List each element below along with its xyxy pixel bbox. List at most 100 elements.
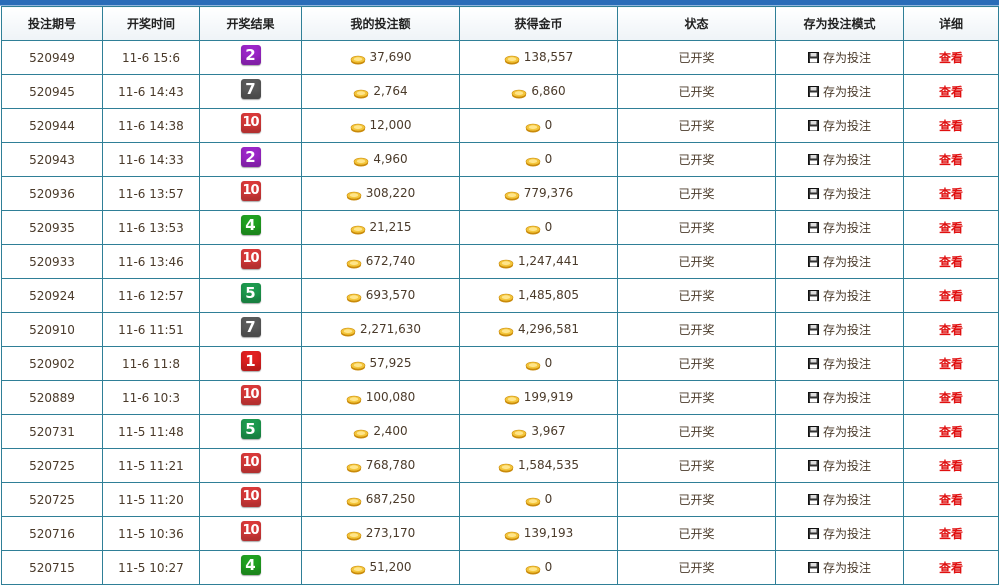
save-as-bet-button[interactable]: 存为投注	[807, 117, 871, 134]
status-cell: 已开奖	[617, 414, 776, 449]
detail-cell: 查看	[903, 346, 999, 381]
save-as-bet-label: 存为投注	[822, 459, 871, 473]
period-cell: 520933	[1, 244, 103, 279]
detail-cell: 查看	[903, 176, 999, 211]
header-coins-won: 获得金币	[459, 6, 618, 41]
detail-cell: 查看	[903, 448, 999, 483]
view-detail-link[interactable]: 查看	[939, 51, 963, 65]
save-as-bet-button[interactable]: 存为投注	[807, 321, 871, 338]
view-detail-link[interactable]: 查看	[939, 459, 963, 473]
view-detail-link[interactable]: 查看	[939, 289, 963, 303]
bet-cell: 273,170	[301, 516, 460, 551]
period-text: 520725	[29, 458, 75, 473]
save-cell: 存为投注	[775, 176, 904, 211]
save-as-bet-button[interactable]: 存为投注	[807, 49, 871, 66]
header-detail: 详细	[903, 6, 999, 41]
result-number-badge: 7	[240, 316, 261, 337]
time-cell: 11-6 11:8	[102, 346, 200, 381]
result-cell: 10	[199, 448, 302, 483]
view-detail-link[interactable]: 查看	[939, 119, 963, 133]
save-as-bet-button[interactable]: 存为投注	[807, 457, 871, 474]
save-as-bet-button[interactable]: 存为投注	[807, 219, 871, 236]
bet-cell: 21,215	[301, 210, 460, 245]
gold-coin-icon	[512, 429, 527, 439]
gold-coin-icon	[525, 565, 540, 575]
time-text: 11-6 11:8	[122, 356, 180, 371]
won-amount: 0	[544, 152, 553, 166]
won-amount: 3,967	[531, 424, 566, 438]
save-as-bet-button[interactable]: 存为投注	[807, 253, 871, 270]
view-detail-link[interactable]: 查看	[939, 527, 963, 541]
period-cell: 520725	[1, 482, 103, 517]
period-text: 520725	[29, 492, 75, 507]
bet-amount: 4,960	[373, 152, 408, 166]
view-detail-link[interactable]: 查看	[939, 493, 963, 507]
gold-coin-icon	[346, 531, 361, 541]
save-as-bet-label: 存为投注	[822, 187, 871, 201]
view-detail-link[interactable]: 查看	[939, 187, 963, 201]
time-cell: 11-6 13:46	[102, 244, 200, 279]
save-as-bet-button[interactable]: 存为投注	[807, 423, 871, 440]
detail-cell: 查看	[903, 482, 999, 517]
period-cell: 520936	[1, 176, 103, 211]
save-as-bet-button[interactable]: 存为投注	[807, 355, 871, 372]
gold-coin-icon	[350, 123, 365, 133]
time-text: 11-5 10:27	[118, 560, 184, 575]
result-number-badge: 5	[240, 282, 261, 303]
view-detail-link[interactable]: 查看	[939, 221, 963, 235]
gold-coin-icon	[350, 55, 365, 65]
save-cell: 存为投注	[775, 448, 904, 483]
save-as-bet-button[interactable]: 存为投注	[807, 185, 871, 202]
result-cell: 4	[199, 210, 302, 245]
period-text: 520944	[29, 118, 75, 133]
won-amount: 0	[544, 356, 553, 370]
status-cell: 已开奖	[617, 142, 776, 177]
save-as-bet-button[interactable]: 存为投注	[807, 559, 871, 576]
save-as-bet-button[interactable]: 存为投注	[807, 389, 871, 406]
period-text: 520949	[29, 50, 75, 65]
save-cell: 存为投注	[775, 40, 904, 75]
bet-cell: 2,764	[301, 74, 460, 109]
view-detail-link[interactable]: 查看	[939, 255, 963, 269]
result-number-badge: 10	[240, 520, 261, 541]
table-row: 520933 11-6 13:46 10 672,740 1,247,441 已开奖 存为投…	[1, 244, 999, 279]
view-detail-link[interactable]: 查看	[939, 153, 963, 167]
view-detail-link[interactable]: 查看	[939, 323, 963, 337]
table-row: 520936 11-6 13:57 10 308,220 779,376 已开奖 存为投注 查…	[1, 176, 999, 211]
status-cell: 已开奖	[617, 550, 776, 585]
view-detail-link[interactable]: 查看	[939, 425, 963, 439]
result-cell: 7	[199, 312, 302, 347]
table-row: 520731 11-5 11:48 5 2,400 3,967 已开奖 存为投注 查看	[1, 414, 999, 449]
won-cell: 0	[459, 142, 618, 177]
save-as-bet-label: 存为投注	[822, 221, 871, 235]
floppy-disk-icon	[807, 426, 819, 437]
save-as-bet-button[interactable]: 存为投注	[807, 83, 871, 100]
bet-amount: 57,925	[369, 356, 412, 370]
bet-cell: 693,570	[301, 278, 460, 313]
view-detail-link[interactable]: 查看	[939, 357, 963, 371]
bet-cell: 687,250	[301, 482, 460, 517]
save-as-bet-button[interactable]: 存为投注	[807, 287, 871, 304]
bet-amount: 687,250	[365, 492, 416, 506]
gold-coin-icon	[498, 327, 514, 337]
won-cell: 6,860	[459, 74, 618, 109]
save-as-bet-label: 存为投注	[822, 153, 871, 167]
gold-coin-icon	[504, 531, 519, 541]
won-amount: 138,557	[523, 50, 574, 64]
view-detail-link[interactable]: 查看	[939, 85, 963, 99]
save-as-bet-button[interactable]: 存为投注	[807, 525, 871, 542]
view-detail-link[interactable]: 查看	[939, 391, 963, 405]
table-row: 520889 11-6 10:3 10 100,080 199,919 已开奖 存为投注 查看	[1, 380, 999, 415]
save-as-bet-label: 存为投注	[822, 51, 871, 65]
save-cell: 存为投注	[775, 414, 904, 449]
view-detail-link[interactable]: 查看	[939, 561, 963, 575]
header-result: 开奖结果	[199, 6, 302, 41]
period-cell: 520944	[1, 108, 103, 143]
save-as-bet-label: 存为投注	[822, 289, 871, 303]
save-as-bet-button[interactable]: 存为投注	[807, 491, 871, 508]
status-text: 已开奖	[678, 153, 715, 167]
result-number-badge: 10	[240, 452, 261, 473]
bet-cell: 57,925	[301, 346, 460, 381]
table-header: 投注期号 开奖时间 开奖结果 我的投注额 获得金币 状态 存为投注模式 详细	[1, 6, 999, 41]
save-as-bet-button[interactable]: 存为投注	[807, 151, 871, 168]
